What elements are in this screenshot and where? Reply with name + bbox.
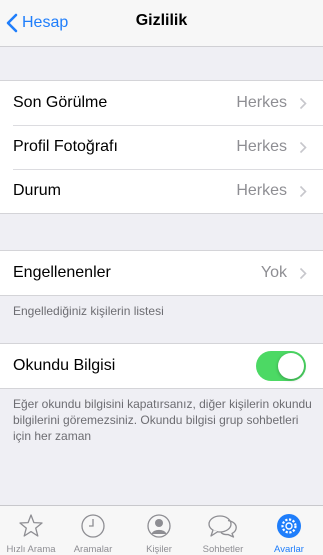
chevron-right-icon [299,267,307,280]
read-receipts-footnote: Eğer okundu bilgisini kapatırsanız, diğe… [13,397,312,443]
row-label: Son Görülme [13,94,108,111]
blocked-row[interactable]: Engellenenler Yok [0,251,323,295]
tab-favorites[interactable]: Hızlı Arama [0,506,62,555]
tab-calls[interactable]: Aramalar [62,506,124,555]
chevron-right-icon [299,141,307,154]
last-seen-row[interactable]: Son Görülme Herkes [0,81,323,125]
blocked-footnote: Engellediğiniz kişilerin listesi [13,304,164,318]
tab-settings[interactable]: Avarlar [258,506,320,555]
chevron-right-icon [299,97,307,110]
row-value: Herkes [236,182,287,199]
tab-label: Hızlı Arama [6,544,56,555]
person-icon [147,514,171,538]
row-label: Okundu Bilgisi [13,357,116,374]
star-icon [19,514,43,537]
row-value: Herkes [236,138,287,155]
tab-chats[interactable]: Sohbetler [192,506,254,555]
read-receipts-toggle[interactable] [256,351,306,381]
visibility-settings-group: Son Görülme Herkes Profil Fotoğrafı Herk… [0,80,323,214]
row-value: Yok [260,264,287,281]
tab-label: Kişiler [146,544,172,555]
blocked-group: Engellenenler Yok [0,250,323,296]
navigation-bar: Hesap Gizlilik [0,0,323,47]
gear-icon [277,514,301,538]
tab-label: Aramalar [73,544,113,555]
chevron-right-icon [299,185,307,198]
row-label: Engellenenler [13,264,111,281]
profile-photo-row[interactable]: Profil Fotoğrafı Herkes [0,125,323,169]
row-value: Herkes [236,94,287,111]
tab-contacts[interactable]: Kişiler [128,506,190,555]
tab-bar: Hızlı Arama Aramalar Kişiler Sohbetler A… [0,505,323,555]
chat-bubbles-icon [208,515,237,538]
row-label: Profil Fotoğrafı [13,138,118,155]
read-receipts-row: Okundu Bilgisi [0,344,323,388]
status-row[interactable]: Durum Herkes [0,169,323,213]
row-label: Durum [13,182,62,199]
toggle-knob [278,353,304,379]
read-receipts-group: Okundu Bilgisi [0,343,323,389]
tab-label: Sohbetler [202,544,244,555]
clock-icon [81,514,105,538]
tab-label: Avarlar [274,544,304,555]
page-title: Gizlilik [135,12,188,29]
